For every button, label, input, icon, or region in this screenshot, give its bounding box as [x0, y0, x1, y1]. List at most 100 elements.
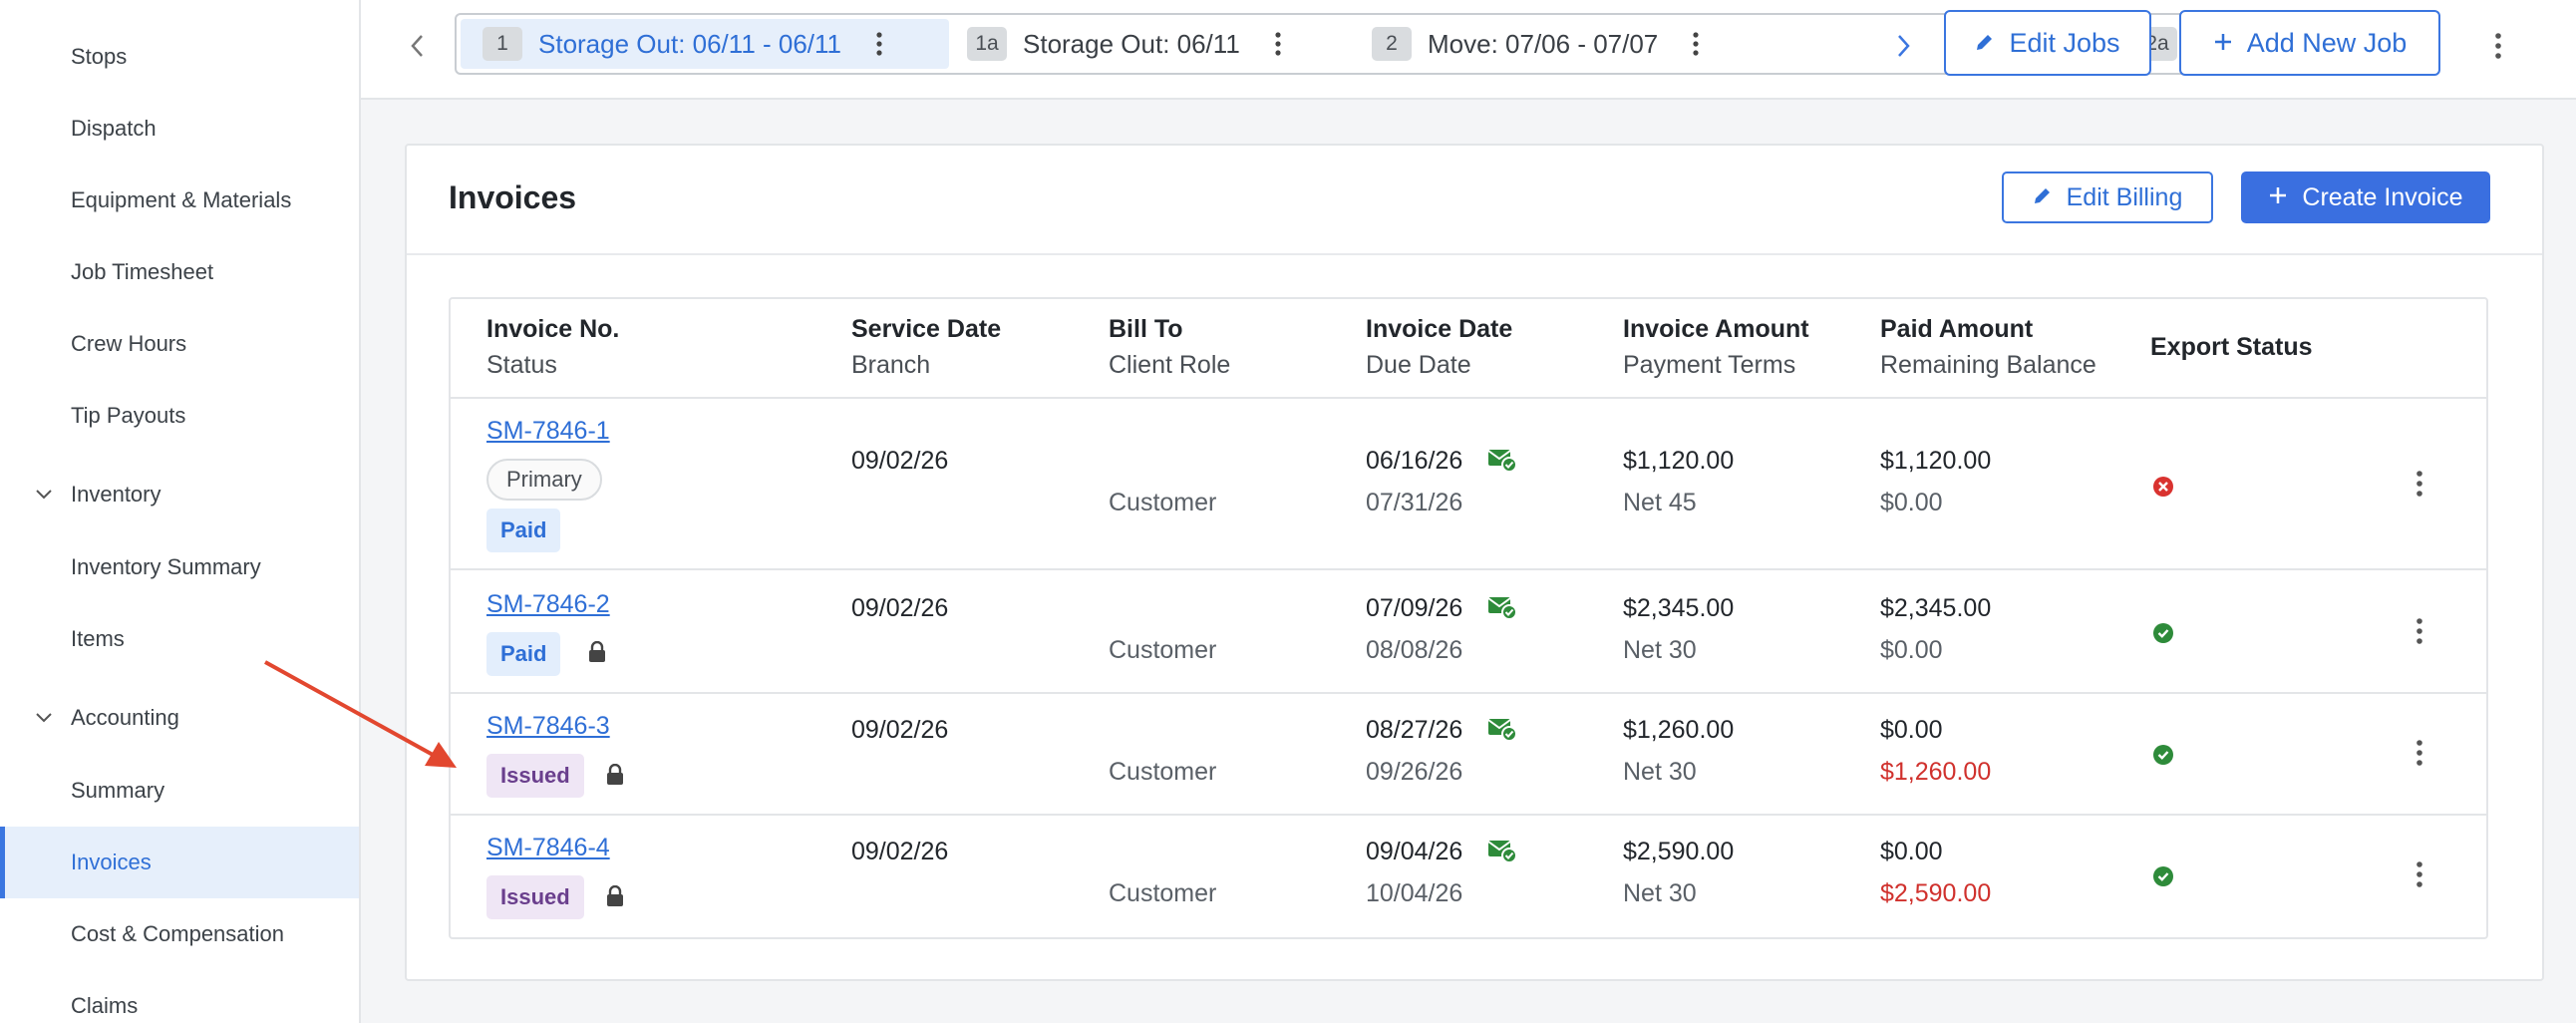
column-header-export-status[interactable]: Export Status [2150, 299, 2313, 365]
sidebar-group-accounting[interactable]: Accounting [0, 682, 359, 754]
sidebar-item-stops[interactable]: Stops [0, 21, 359, 93]
column-header-invoice-amount[interactable]: Invoice Amount Payment Terms [1623, 299, 1809, 383]
sidebar-item-dispatch[interactable]: Dispatch [0, 93, 359, 165]
column-header-payment-terms: Payment Terms [1623, 351, 1796, 379]
client-role: Customer [1109, 636, 1217, 664]
email-sent-icon [1487, 449, 1517, 473]
row-kebab-menu-icon[interactable] [2416, 471, 2422, 497]
paid-amount: $1,120.00 [1880, 447, 1992, 475]
sidebar-item-label: Stops [71, 44, 128, 69]
edit-jobs-button[interactable]: Edit Jobs [1944, 10, 2151, 76]
row-kebab-menu-icon[interactable] [2416, 861, 2422, 887]
chevron-right-icon[interactable] [1884, 26, 1924, 66]
column-header-remaining-balance: Remaining Balance [1880, 351, 2096, 379]
column-header-paid-amount[interactable]: Paid Amount Remaining Balance [1880, 299, 2096, 383]
invoice-number-link[interactable]: SM-7846-2 [486, 590, 610, 619]
chevron-down-icon [34, 708, 54, 728]
payment-terms: Net 45 [1623, 489, 1697, 516]
edit-jobs-label: Edit Jobs [2009, 27, 2120, 58]
tab-label: Move: 07/06 - 07/07 [1428, 28, 1659, 59]
sidebar-item-summary[interactable]: Summary [0, 755, 359, 827]
export-success-icon [2152, 622, 2174, 644]
column-header-status: Status [486, 351, 557, 379]
pencil-icon [1975, 28, 1995, 59]
sidebar-group-inventory[interactable]: Inventory [0, 459, 359, 530]
column-header-branch: Branch [851, 351, 931, 379]
paid-amount: $0.00 [1880, 838, 1943, 865]
due-date: 07/31/26 [1366, 489, 1463, 516]
add-new-job-label: Add New Job [2246, 27, 2408, 58]
tab-number: 2 [1372, 27, 1412, 61]
edit-billing-button[interactable]: Edit Billing [2002, 171, 2213, 223]
sidebar-item-label: Items [71, 626, 125, 651]
kebab-menu-icon[interactable] [2478, 26, 2518, 66]
sidebar-item-label: Inventory Summary [71, 554, 261, 579]
column-header-service-date[interactable]: Service Date Branch [851, 299, 1001, 383]
row-divider [451, 568, 2486, 570]
payment-terms: Net 30 [1623, 636, 1697, 664]
column-header-client-role: Client Role [1109, 351, 1231, 379]
invoice-number-link[interactable]: SM-7846-3 [486, 712, 610, 741]
kebab-menu-icon[interactable] [1266, 32, 1290, 56]
paid-amount: $0.00 [1880, 716, 1943, 744]
invoice-number-link[interactable]: SM-7846-1 [486, 417, 610, 446]
invoices-title: Invoices [449, 179, 577, 215]
chevron-left-icon[interactable] [397, 26, 437, 66]
email-sent-icon [1487, 596, 1517, 620]
sidebar-group-label: Accounting [71, 705, 179, 730]
status-badge: Issued [486, 875, 584, 919]
invoice-number-link[interactable]: SM-7846-4 [486, 834, 610, 862]
sidebar-item-claims[interactable]: Claims [0, 970, 359, 1023]
kebab-menu-icon[interactable] [1684, 32, 1708, 56]
chevron-down-icon [34, 485, 54, 505]
remaining-balance: $2,590.00 [1880, 879, 1992, 907]
sidebar-item-inventory-summary[interactable]: Inventory Summary [0, 531, 359, 603]
sidebar-item-crew-hours[interactable]: Crew Hours [0, 308, 359, 380]
email-sent-icon [1487, 840, 1517, 863]
sidebar-item-invoices[interactable]: Invoices [0, 827, 359, 898]
column-header-bill-to[interactable]: Bill To Client Role [1109, 299, 1230, 383]
sidebar-item-job-timesheet[interactable]: Job Timesheet [0, 236, 359, 308]
sidebar-item-equipment-materials[interactable]: Equipment & Materials [0, 165, 359, 236]
export-success-icon [2152, 865, 2174, 887]
service-date: 09/02/26 [851, 838, 949, 865]
sidebar-item-cost-compensation[interactable]: Cost & Compensation [0, 898, 359, 970]
row-kebab-menu-icon[interactable] [2416, 740, 2422, 766]
remaining-balance: $1,260.00 [1880, 758, 1992, 786]
sidebar-item-items[interactable]: Items [0, 603, 359, 675]
invoice-amount: $2,590.00 [1623, 838, 1735, 865]
lock-icon [588, 641, 606, 663]
add-new-job-button[interactable]: Add New Job [2179, 10, 2440, 76]
payment-terms: Net 30 [1623, 758, 1697, 786]
column-header-invoice-date[interactable]: Invoice Date Due Date [1366, 299, 1512, 383]
create-invoice-button[interactable]: Create Invoice [2241, 171, 2490, 223]
paid-amount: $2,345.00 [1880, 594, 1992, 622]
invoice-amount: $2,345.00 [1623, 594, 1735, 622]
sidebar-item-tip-payouts[interactable]: Tip Payouts [0, 380, 359, 452]
invoice-date: 09/04/26 [1366, 838, 1463, 865]
tab-job-2[interactable]: 2 Move: 07/06 - 07/07 [1372, 19, 1708, 69]
kebab-menu-icon[interactable] [867, 32, 891, 56]
sidebar-group-label: Inventory [71, 482, 161, 507]
tab-job-1[interactable]: 1 Storage Out: 06/11 - 06/11 [461, 19, 949, 69]
status-badge: Issued [486, 754, 584, 798]
edit-billing-label: Edit Billing [2066, 182, 2183, 211]
due-date: 09/26/26 [1366, 758, 1463, 786]
tab-label: Storage Out: 06/11 - 06/11 [538, 28, 842, 59]
row-kebab-menu-icon[interactable] [2416, 618, 2422, 644]
tab-job-1a[interactable]: 1a Storage Out: 06/11 [967, 19, 1290, 69]
tab-number: 1a [967, 27, 1007, 61]
invoice-date: 06/16/26 [1366, 447, 1463, 475]
service-date: 09/02/26 [851, 716, 949, 744]
export-success-icon [2152, 744, 2174, 766]
header-divider [451, 397, 2486, 399]
primary-badge: Primary [486, 459, 602, 501]
sidebar-item-label: Cost & Compensation [71, 921, 284, 946]
tab-number: 1 [483, 27, 522, 61]
row-divider [451, 692, 2486, 694]
sidebar-item-label: Invoices [71, 850, 152, 874]
sidebar: Stops Dispatch Equipment & Materials Job… [0, 0, 361, 1023]
payment-terms: Net 30 [1623, 879, 1697, 907]
invoices-table: Invoice No. Status Service Date Branch Bil… [449, 297, 2488, 939]
column-header-invoice-no[interactable]: Invoice No. Status [486, 299, 619, 383]
